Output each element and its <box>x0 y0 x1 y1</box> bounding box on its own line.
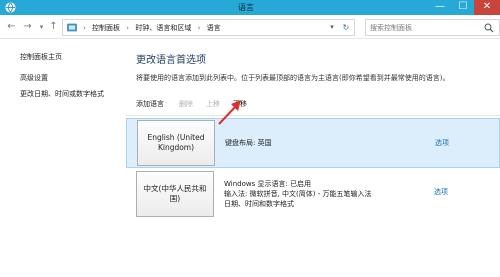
breadcrumb: › 控制面板 › 时钟、语言和区域 › 语言 <box>83 23 225 33</box>
search-input[interactable]: 搜索控制面板 <box>370 23 412 33</box>
language-details: Windows 显示语言: 已启用 输入法: 微软拼音, 中文(简体) - 万能… <box>224 179 371 209</box>
list-item[interactable]: 中文(中华人民共和国) Windows 显示语言: 已启用 输入法: 微软拼音,… <box>126 169 500 221</box>
sidebar-item-date-time-format[interactable]: 更改日期、时间或数字格式 <box>20 89 104 99</box>
search-box[interactable]: 搜索控制面板 <box>365 19 500 36</box>
recent-dropdown-icon[interactable]: ▾ <box>36 21 47 33</box>
language-detail-line: 键盘布局: 英国 <box>225 139 272 147</box>
breadcrumb-language[interactable]: 语言 <box>207 24 221 32</box>
close-button[interactable]: ✕ <box>474 0 500 15</box>
sidebar: 控制面板主页 高级设置 更改日期、时间或数字格式 <box>0 40 126 277</box>
language-details: 键盘布局: 英国 <box>225 138 272 148</box>
breadcrumb-clock-language-region[interactable]: 时钟、语言和区域 <box>135 24 191 32</box>
language-detail-line: Windows 显示语言: 已启用 <box>224 180 312 188</box>
breadcrumb-separator: › <box>197 24 201 32</box>
address-dropdown-icon[interactable]: ▾ <box>326 21 338 34</box>
maximize-button[interactable]: ☐ <box>451 0 475 15</box>
title-bar: 语言 — ☐ ✕ <box>0 0 500 15</box>
breadcrumb-separator: › <box>83 24 86 32</box>
up-arrow-icon[interactable]: ↑ <box>48 21 59 33</box>
globe-icon <box>5 2 16 13</box>
language-list: English (United Kingdom) 键盘布局: 英国 选项 中文(… <box>126 115 500 277</box>
language-name-button[interactable]: English (United Kingdom) <box>137 120 215 166</box>
forward-arrow-icon[interactable]: → <box>22 21 33 33</box>
address-bar[interactable]: › 控制面板 › 时钟、语言和区域 › 语言 ▾ ↻ <box>62 19 355 36</box>
refresh-icon[interactable]: ↻ <box>340 21 352 34</box>
breadcrumb-separator: › <box>126 24 130 32</box>
options-link[interactable]: 选项 <box>434 187 448 197</box>
add-language-button[interactable]: 添加语言 <box>136 99 164 109</box>
options-link[interactable]: 选项 <box>435 138 449 148</box>
sidebar-item-control-panel-home[interactable]: 控制面板主页 <box>20 52 62 62</box>
delete-button[interactable]: 删除 <box>179 99 193 109</box>
back-arrow-icon[interactable]: ← <box>6 21 17 33</box>
minimize-button[interactable]: — <box>428 0 452 15</box>
sidebar-item-advanced-settings[interactable]: 高级设置 <box>20 73 48 83</box>
page-title: 更改语言首选项 <box>136 55 206 66</box>
window-title: 语言 <box>238 3 254 12</box>
control-panel-icon <box>67 23 77 32</box>
page-description: 将要使用的语言添加到此列表中。位于列表最顶部的语言为主语言(即你希望看到并最常使… <box>136 74 450 82</box>
breadcrumb-control-panel[interactable]: 控制面板 <box>92 24 120 32</box>
language-detail-line: 日期、时间和数字格式 <box>224 200 294 208</box>
red-arrow-annotation-icon <box>218 100 241 125</box>
language-detail-line: 输入法: 微软拼音, 中文(简体) - 万能五笔输入法 <box>224 190 372 198</box>
address-row: ← → ▾ ↑ › 控制面板 › 时钟、语言和区域 › 语言 ▾ ↻ 搜索控制面… <box>0 15 500 39</box>
list-item[interactable]: English (United Kingdom) 键盘布局: 英国 选项 <box>126 118 500 168</box>
search-icon[interactable] <box>484 23 494 33</box>
main-panel: 更改语言首选项 将要使用的语言添加到此列表中。位于列表最顶部的语言为主语言(即你… <box>126 40 500 277</box>
language-name-button[interactable]: 中文(中华人民共和国) <box>136 171 214 217</box>
